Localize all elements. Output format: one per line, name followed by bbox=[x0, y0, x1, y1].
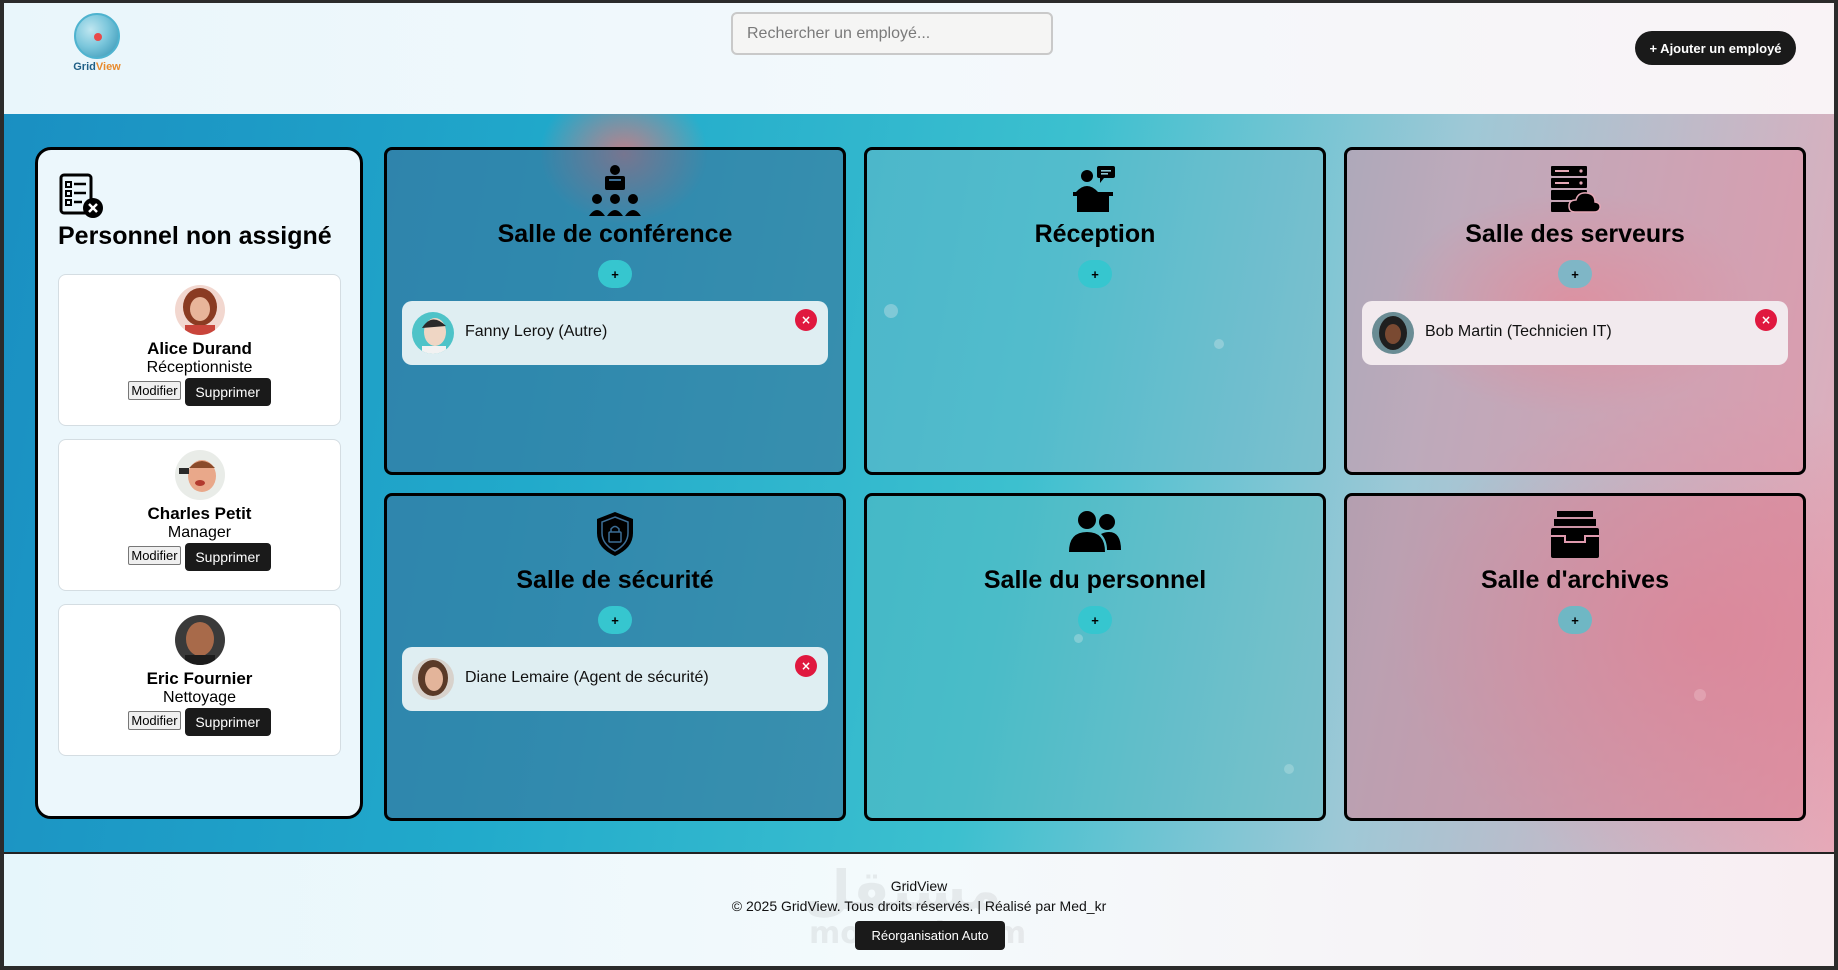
unassigned-panel: Personnel non assigné Alice Durand Récep… bbox=[35, 147, 363, 819]
main-area: Personnel non assigné Alice Durand Récep… bbox=[4, 114, 1834, 852]
app-window: GridView + Ajouter un employé bbox=[4, 3, 1834, 966]
employee-card[interactable]: Charles Petit Manager Modifier Supprimer bbox=[58, 439, 341, 591]
unassigned-title: Personnel non assigné bbox=[58, 222, 332, 250]
search-input[interactable] bbox=[731, 12, 1053, 55]
footer: مستقل mostaql.com GridView © 2025 GridVi… bbox=[4, 852, 1834, 966]
server-icon bbox=[1549, 164, 1601, 219]
archive-icon bbox=[1549, 510, 1601, 565]
logo-text: GridView bbox=[73, 61, 121, 73]
assigned-employee-label: Fanny Leroy (Autre) bbox=[465, 323, 608, 340]
assigned-employee-label: Bob Martin (Technicien IT) bbox=[1425, 323, 1612, 340]
room-add-button[interactable]: + bbox=[598, 260, 632, 288]
edit-button[interactable]: Modifier bbox=[128, 381, 181, 400]
room-title: Salle du personnel bbox=[983, 566, 1207, 594]
avatar bbox=[412, 658, 454, 700]
shield-lock-icon bbox=[594, 510, 636, 563]
room-archives[interactable]: Salle d'archives + bbox=[1344, 493, 1806, 821]
avatar bbox=[174, 615, 225, 665]
avatar bbox=[174, 285, 225, 335]
room-title: Réception bbox=[1034, 220, 1156, 248]
employee-name: Charles Petit bbox=[147, 504, 252, 523]
remove-icon[interactable]: × bbox=[795, 309, 817, 331]
room-staff[interactable]: Salle du personnel + bbox=[864, 493, 1326, 821]
logo-tagline bbox=[68, 73, 126, 78]
room-security[interactable]: Salle de sécurité + Diane Lemaire (Agent… bbox=[384, 493, 846, 821]
logo[interactable]: GridView bbox=[68, 13, 126, 81]
delete-button[interactable]: Supprimer bbox=[184, 378, 271, 406]
users-icon bbox=[1069, 510, 1121, 557]
employee-name: Eric Fournier bbox=[146, 669, 253, 688]
avatar bbox=[1372, 312, 1414, 354]
employee-card[interactable]: Alice Durand Réceptionniste Modifier Sup… bbox=[58, 274, 341, 426]
reception-icon bbox=[1073, 164, 1117, 217]
employee-role: Nettoyage bbox=[163, 689, 236, 706]
employee-name: Alice Durand bbox=[147, 339, 252, 358]
room-servers[interactable]: Salle des serveurs + Bob Martin (Technic… bbox=[1344, 147, 1806, 475]
avatar bbox=[412, 312, 454, 354]
footer-brand: GridView bbox=[890, 878, 948, 894]
room-reception[interactable]: Réception + bbox=[864, 147, 1326, 475]
room-add-button[interactable]: + bbox=[598, 606, 632, 634]
logo-globe-icon bbox=[74, 13, 120, 59]
footer-copyright: © 2025 GridView. Tous droits réservés. |… bbox=[731, 898, 1107, 914]
room-title: Salle d'archives bbox=[1480, 566, 1669, 594]
room-add-button[interactable]: + bbox=[1558, 606, 1592, 634]
avatar bbox=[174, 450, 225, 500]
employee-card[interactable]: Eric Fournier Nettoyage Modifier Supprim… bbox=[58, 604, 341, 756]
assigned-employee-label: Diane Lemaire (Agent de sécurité) bbox=[465, 669, 709, 686]
room-add-button[interactable]: + bbox=[1558, 260, 1592, 288]
delete-button[interactable]: Supprimer bbox=[184, 708, 271, 736]
auto-reorganize-button[interactable]: Réorganisation Auto bbox=[855, 921, 1005, 950]
edit-button[interactable]: Modifier bbox=[128, 711, 181, 730]
remove-icon[interactable]: × bbox=[795, 655, 817, 677]
assigned-employee[interactable]: Fanny Leroy (Autre) × bbox=[402, 301, 828, 365]
employee-role: Manager bbox=[167, 524, 232, 541]
room-title: Salle de conférence bbox=[497, 220, 733, 248]
room-add-button[interactable]: + bbox=[1078, 606, 1112, 634]
room-title: Salle des serveurs bbox=[1465, 220, 1685, 248]
remove-icon[interactable]: × bbox=[1755, 309, 1777, 331]
room-title: Salle de sécurité bbox=[516, 566, 714, 594]
header: GridView + Ajouter un employé bbox=[4, 3, 1834, 114]
conference-icon bbox=[589, 164, 641, 221]
room-add-button[interactable]: + bbox=[1078, 260, 1112, 288]
assigned-employee[interactable]: Diane Lemaire (Agent de sécurité) × bbox=[402, 647, 828, 711]
edit-button[interactable]: Modifier bbox=[128, 546, 181, 565]
employee-role: Réceptionniste bbox=[146, 359, 253, 376]
unassigned-list-icon bbox=[58, 172, 106, 225]
assigned-employee[interactable]: Bob Martin (Technicien IT) × bbox=[1362, 301, 1788, 365]
add-employee-button[interactable]: + Ajouter un employé bbox=[1635, 31, 1796, 65]
delete-button[interactable]: Supprimer bbox=[184, 543, 271, 571]
room-conference[interactable]: Salle de conférence + Fanny Leroy (Autre… bbox=[384, 147, 846, 475]
